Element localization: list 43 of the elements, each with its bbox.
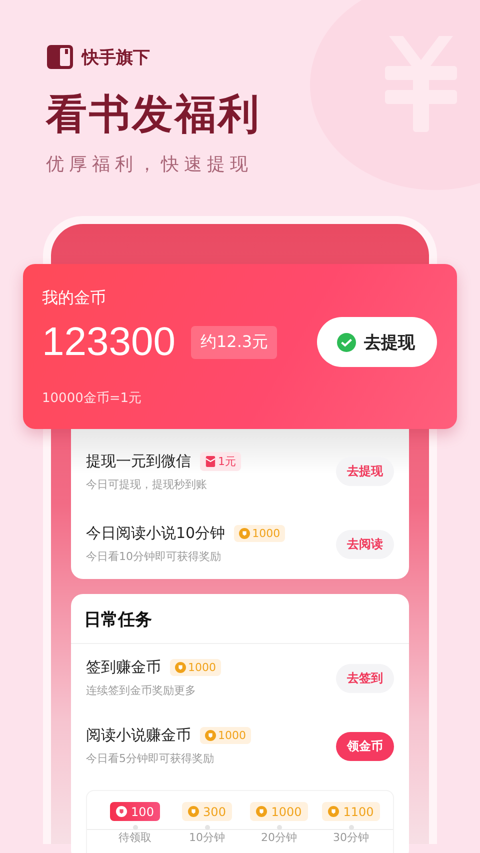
- reward-chip[interactable]: 100: [110, 802, 160, 821]
- task-action-button[interactable]: 领金币: [336, 732, 394, 760]
- reward-chip[interactable]: 1000: [250, 802, 308, 821]
- book-logo-icon: [46, 43, 74, 71]
- section-title: 日常任务: [71, 594, 409, 644]
- coin-icon: [188, 806, 200, 817]
- task-action-button[interactable]: 去提现: [336, 457, 394, 486]
- coin-amount: 123300: [42, 320, 176, 364]
- brand-label: 快手旗下: [82, 46, 150, 68]
- coin-reward-badge: 1000: [200, 727, 251, 744]
- coin-icon: [239, 528, 250, 539]
- milestone-label: 20分钟: [261, 831, 297, 844]
- task-title: 阅读小说赚金币: [86, 726, 191, 745]
- coin-icon: [116, 806, 128, 817]
- withdraw-button[interactable]: 去提现: [317, 317, 437, 367]
- task-description: 今日可提现，提现秒到账: [86, 476, 208, 492]
- task-title: 今日阅读小说10分钟: [86, 524, 226, 543]
- coin-icon: [175, 662, 186, 673]
- task-title: 提现一元到微信: [86, 452, 191, 470]
- cash-estimate: 约12.3元: [191, 326, 278, 358]
- headline: 看书发福利: [46, 89, 262, 140]
- coin-icon: [328, 806, 340, 817]
- milestone-label: 30分钟: [333, 831, 369, 844]
- coin-reward-badge: 1000: [234, 525, 286, 542]
- task-description: 连续签到金币奖励更多: [86, 683, 197, 698]
- task-description: 今日看5分钟即可获得奖励: [86, 751, 215, 766]
- milestone-label: 待领取: [118, 831, 152, 844]
- cash-reward-badge: 1元: [200, 452, 241, 470]
- milestone-label: 10分钟: [189, 831, 225, 844]
- task-title: 签到赚金币: [86, 658, 161, 677]
- task-description: 今日看10分钟即可获得奖励: [86, 549, 222, 564]
- coin-icon: [256, 806, 268, 817]
- coin-title: 我的金币: [42, 288, 107, 309]
- coin-reward-badge: 1000: [170, 659, 221, 676]
- task-action-button[interactable]: 去签到: [336, 664, 394, 692]
- reward-chip[interactable]: 1100: [322, 802, 380, 821]
- task-action-button[interactable]: 去阅读: [336, 530, 394, 558]
- reward-chip[interactable]: 300: [182, 802, 232, 821]
- subtitle: 优厚福利，快速提现: [46, 153, 254, 176]
- check-badge-icon: [337, 332, 356, 352]
- coin-icon: [205, 730, 216, 741]
- envelope-icon: [205, 456, 216, 466]
- exchange-rate: 10000金币=1元: [42, 390, 143, 407]
